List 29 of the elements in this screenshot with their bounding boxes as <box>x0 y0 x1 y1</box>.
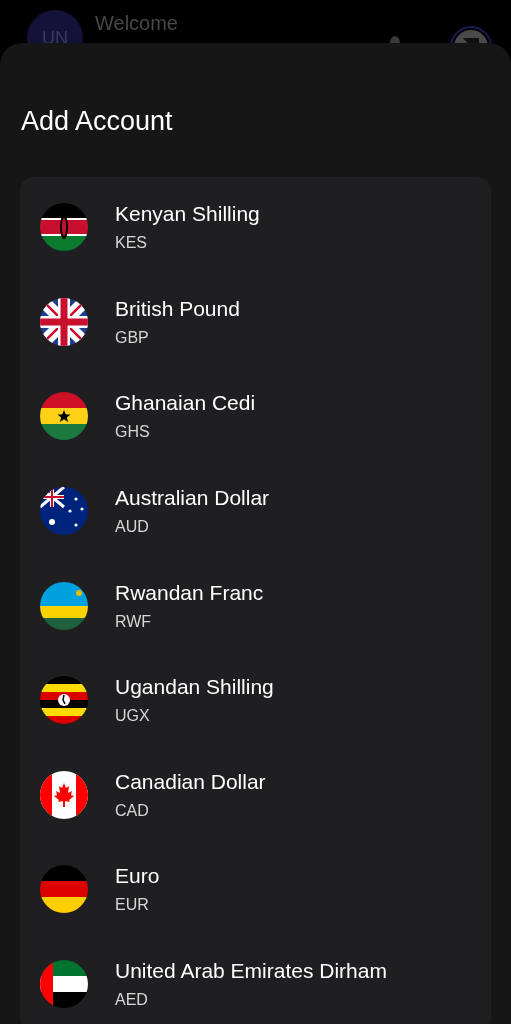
currency-code: RWF <box>115 612 153 631</box>
currency-code: AED <box>115 991 149 1010</box>
currency-code: UGX <box>115 707 151 726</box>
currency-code: KES <box>115 234 148 253</box>
currency-code: GHS <box>115 423 151 442</box>
flag-icon <box>40 297 88 346</box>
flag-icon <box>40 676 88 725</box>
currency-name[interactable]: British Pound <box>115 296 240 321</box>
currency-name[interactable]: Euro <box>115 864 160 889</box>
currency-code: CAD <box>115 801 150 820</box>
currency-name[interactable]: Ghanaian Cedi <box>115 391 256 416</box>
currency-name[interactable]: Kenyan Shilling <box>115 202 260 227</box>
currency-code: EUR <box>115 896 150 915</box>
flag-icon <box>40 581 88 630</box>
currency-code: GBP <box>115 328 150 347</box>
flag-icon <box>40 770 88 819</box>
sheet-title: Add Account <box>21 106 174 137</box>
currency-name[interactable]: Ugandan Shilling <box>115 675 274 700</box>
currency-name[interactable]: Rwandan Franc <box>115 580 264 605</box>
flag-icon <box>40 865 88 914</box>
flag-icon <box>40 960 88 1009</box>
flag-icon <box>40 203 88 252</box>
currency-name[interactable]: United Arab Emirates Dirham <box>115 959 387 984</box>
currency-name[interactable]: Australian Dollar <box>115 486 270 511</box>
currency-name[interactable]: Canadian Dollar <box>115 769 266 794</box>
currency-code: AUD <box>115 518 150 537</box>
flag-icon <box>40 487 88 536</box>
flag-icon <box>40 392 88 441</box>
greeting-text: Welcome <box>95 12 179 35</box>
